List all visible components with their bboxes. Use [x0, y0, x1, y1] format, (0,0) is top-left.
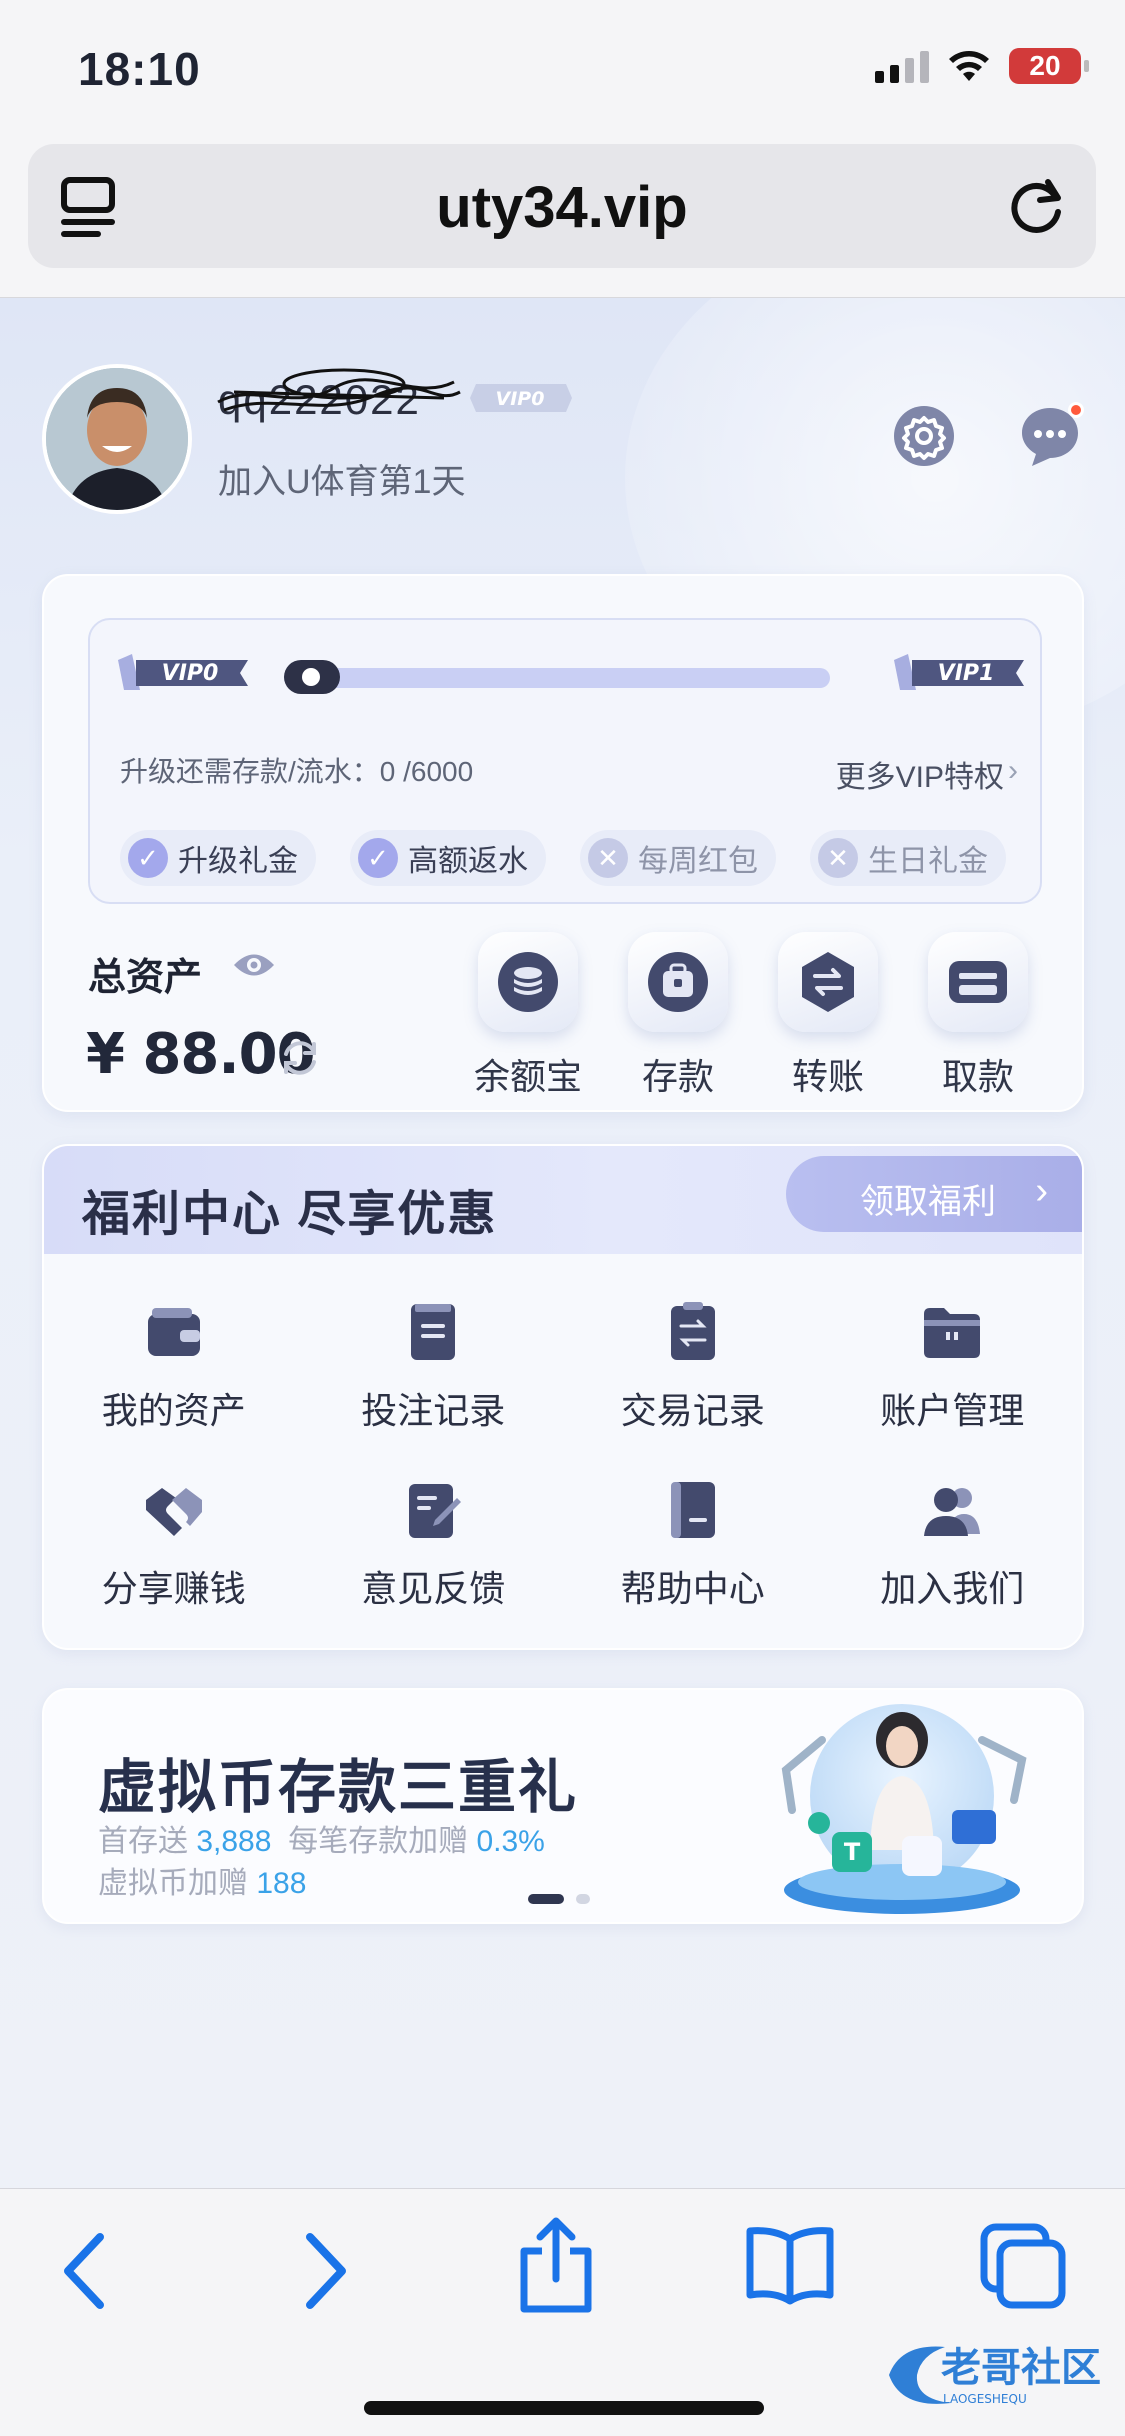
bookmarks-icon[interactable] [744, 2225, 836, 2305]
perk-upgrade-bonus[interactable]: ✓ 升级礼金 [120, 830, 316, 886]
more-vip-link[interactable]: 更多VIP特权 [836, 752, 1004, 796]
status-time: 18:10 [78, 43, 201, 95]
redaction-scribble [217, 368, 461, 412]
eye-icon[interactable] [232, 950, 276, 980]
promo-line-2: 虚拟币加赠 188 [98, 1867, 307, 1900]
welfare-center-card: 福利中心 尽享优惠 领取福利 › 我的资产 投注记录 交易记录 账户管理 分享赚… [42, 1144, 1084, 1650]
share-icon[interactable] [516, 2215, 596, 2315]
yuebao-button[interactable]: 余额宝 [474, 932, 582, 1100]
forward-arrow-icon[interactable] [300, 2231, 350, 2311]
back-arrow-icon[interactable] [60, 2231, 110, 2311]
svg-text:VIP1: VIP1 [938, 661, 995, 686]
transfer-icon [802, 952, 854, 1012]
promo-title: 虚拟币存款三重礼 [98, 1755, 579, 1820]
messages-button[interactable] [1018, 402, 1084, 468]
settings-button[interactable] [892, 404, 956, 468]
promo-illustration: T [781, 1704, 1027, 1914]
carousel-indicator[interactable] [528, 1894, 590, 1904]
url-text[interactable]: uty34.vip [28, 174, 1096, 241]
welfare-title: 福利中心 尽享优惠 [82, 1188, 498, 1241]
svg-text:T: T [844, 1838, 861, 1866]
status-indicators: 20 [875, 48, 1089, 84]
chevron-right-icon[interactable]: › [1008, 754, 1018, 788]
address-bar[interactable]: uty34.vip [28, 144, 1096, 268]
avatar[interactable] [42, 364, 192, 514]
reload-icon[interactable] [1004, 172, 1070, 238]
tabs-icon[interactable] [978, 2221, 1068, 2311]
perk-birthday-bonus[interactable]: ✕ 生日礼金 [810, 830, 1006, 886]
wallet-actions: 余额宝 存款 转账 取款 [474, 932, 1032, 1100]
home-indicator [364, 2401, 764, 2415]
my-assets-item[interactable]: 我的资产 [44, 1296, 304, 1434]
account-page: qq222022 VIP0 加入U体育第1天 VIP0 VIP1 升级还需存款/… [0, 298, 1125, 2188]
vip-progress-panel: VIP0 VIP1 升级还需存款/流水：0 /6000 更多VIP特权 › ✓ … [88, 618, 1042, 904]
bet-record-icon [411, 1304, 456, 1360]
account-management-item[interactable]: 账户管理 [823, 1296, 1083, 1434]
next-vip-badge: VIP1 [894, 654, 1024, 690]
handshake-icon [145, 1488, 202, 1536]
deposit-bag-icon [648, 952, 708, 1012]
vip-progress-bar [284, 668, 830, 688]
transfer-button[interactable]: 转账 [774, 932, 882, 1100]
users-icon [924, 1488, 981, 1536]
promo-banner[interactable]: 虚拟币存款三重礼 首存送 3,888 每笔存款加赠 0.3% 虚拟币加赠 188… [42, 1688, 1084, 1924]
check-icon: ✓ [128, 838, 168, 878]
battery-icon: 20 [1009, 48, 1089, 84]
svg-text:LAOGESHEQU: LAOGESHEQU [943, 2392, 1027, 2406]
welfare-header: 福利中心 尽享优惠 领取福利 › [44, 1146, 1082, 1254]
join-days: 加入U体育第1天 [218, 463, 466, 501]
vip-level-badge: VIP0 [118, 654, 248, 690]
browser-bottom-bar: 老哥社区 LAOGESHEQU [0, 2188, 1125, 2436]
total-assets-label: 总资产 [88, 957, 203, 999]
wallet-icon [147, 1308, 200, 1356]
username-area: qq222022 VIP0 [217, 368, 578, 436]
gear-icon [894, 406, 954, 466]
feedback-item[interactable]: 意见反馈 [304, 1474, 564, 1612]
chevron-right-icon: › [1035, 1170, 1048, 1212]
transaction-records-item[interactable]: 交易记录 [563, 1296, 823, 1434]
vip-assets-card: VIP0 VIP1 升级还需存款/流水：0 /6000 更多VIP特权 › ✓ … [42, 574, 1084, 1112]
upgrade-requirement: 升级还需存款/流水：0 /6000 [120, 756, 474, 787]
check-icon: ✓ [358, 838, 398, 878]
promo-line-1: 首存送 3,888 每笔存款加赠 0.3% [98, 1825, 545, 1858]
deposit-button[interactable]: 存款 [624, 932, 732, 1100]
perk-weekly-redpacket[interactable]: ✕ 每周红包 [580, 830, 776, 886]
withdraw-button[interactable]: 取款 [924, 932, 1032, 1100]
refresh-icon[interactable] [278, 1036, 322, 1080]
feedback-icon [409, 1484, 462, 1538]
welfare-grid: 我的资产 投注记录 交易记录 账户管理 分享赚钱 意见反馈 帮助中心 加入我们 [44, 1296, 1082, 1612]
progress-runner-icon [284, 660, 340, 694]
wifi-icon [949, 51, 989, 81]
transaction-icon [670, 1302, 715, 1360]
claim-welfare-button[interactable]: 领取福利 › [786, 1156, 1082, 1232]
share-earn-item[interactable]: 分享赚钱 [44, 1474, 304, 1612]
status-bar: 18:10 20 [0, 0, 1125, 136]
help-center-item[interactable]: 帮助中心 [563, 1474, 823, 1612]
unread-dot [1068, 402, 1084, 418]
svg-text:VIP0: VIP0 [162, 661, 219, 686]
card-icon [949, 961, 1007, 1003]
browser-toolbar: uty34.vip [0, 136, 1125, 298]
perk-rebate[interactable]: ✓ 高额返水 [350, 830, 546, 886]
join-us-item[interactable]: 加入我们 [823, 1474, 1083, 1612]
cross-icon: ✕ [818, 838, 858, 878]
help-book-icon [670, 1482, 715, 1538]
watermark-logo: 老哥社区 LAOGESHEQU [889, 2345, 1101, 2406]
svg-text:老哥社区: 老哥社区 [941, 2345, 1101, 2391]
vip-tag-icon: VIP0 [470, 384, 572, 412]
cross-icon: ✕ [588, 838, 628, 878]
folder-icon [924, 1308, 981, 1358]
bet-records-item[interactable]: 投注记录 [304, 1296, 564, 1434]
coins-icon [498, 952, 558, 1012]
svg-text:VIP0: VIP0 [496, 388, 545, 410]
avatar-photo [46, 368, 188, 510]
cellular-signal-icon [875, 49, 929, 83]
vip-perks: ✓ 升级礼金 ✓ 高额返水 ✕ 每周红包 ✕ 生日礼金 [120, 830, 1006, 886]
